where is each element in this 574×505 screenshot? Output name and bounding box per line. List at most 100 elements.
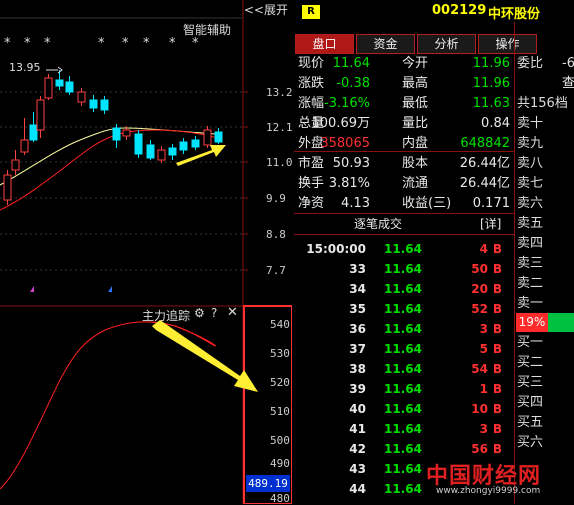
star-marker: * <box>44 36 51 51</box>
ticks-title: 逐笔成交 <box>354 217 403 231</box>
buy-level-label: 买二 <box>517 355 544 370</box>
ratio-badge: 19% <box>516 313 548 332</box>
sell-level-label: 卖七 <box>517 176 544 191</box>
quote-label: 市盈 <box>298 156 325 171</box>
tick-volume: 4 <box>479 242 488 256</box>
tick-volume: 1 <box>479 382 488 396</box>
tick-price: 11.64 <box>384 342 422 356</box>
sell-level-label: 卖八 <box>517 156 544 171</box>
peak-price-label: 13.95 <box>9 61 41 74</box>
tab-analysis[interactable]: 分析 <box>417 34 476 54</box>
quote-value: 11.64 <box>332 56 370 71</box>
tick-row: 41 11.64 3 B <box>296 419 512 439</box>
stock-code: 002129 <box>432 3 487 18</box>
quote-value: 11.96 <box>472 56 510 71</box>
tick-row: 15:00:00 11.64 4 B <box>296 239 512 259</box>
quote-row: 市盈 50.93 股本 26.44亿 <box>296 154 514 174</box>
tick-time: 44 <box>349 482 366 496</box>
tick-row: 40 11.64 10 B <box>296 399 512 419</box>
tab-funds[interactable]: 资金 <box>356 34 415 54</box>
search-button[interactable]: 查 <box>562 74 574 94</box>
marker-triangle-icon <box>30 286 34 292</box>
tick-volume: 54 <box>471 362 488 376</box>
tick-volume: 10 <box>471 402 488 416</box>
indicator-line <box>0 321 217 490</box>
kline-svg <box>0 0 292 504</box>
quote-value: 3.81% <box>328 176 370 191</box>
candle-body <box>44 77 53 99</box>
sell-level-label: 卖九 <box>517 136 544 151</box>
star-marker: * <box>169 36 176 51</box>
tick-price: 11.64 <box>384 262 422 276</box>
tick-price: 11.64 <box>384 422 422 436</box>
kline-chart-panel[interactable]: <<展开 智能辅助 * * * * * * * * 13.95 13.2 12.1 11.0 9.9… <box>0 0 293 505</box>
tick-row: 33 11.64 50 B <box>296 259 512 279</box>
watermark-url: www.zhongyi9999.com <box>436 486 541 496</box>
quote-value: 100.69万 <box>311 116 371 131</box>
help-icon[interactable]: ? <box>211 306 217 320</box>
tick-price: 11.64 <box>384 442 422 456</box>
price-axis-label: 7.7 <box>266 264 286 277</box>
candle-body <box>100 99 109 111</box>
sell-level-label: 卖二 <box>517 276 544 291</box>
candle-body <box>191 139 200 148</box>
quote-row: 总量 100.69万 量比 0.84 <box>296 114 514 134</box>
sell-level-label: 卖一 <box>517 296 544 311</box>
tick-volume: 20 <box>471 282 488 296</box>
star-marker: * <box>4 36 11 51</box>
star-marker: * <box>24 36 31 51</box>
tab-operation[interactable]: 操作 <box>478 34 537 54</box>
quote-row: 净资 4.13 收益(三) 0.171 <box>296 194 514 214</box>
tick-time: 38 <box>349 362 366 376</box>
sell-level-label: 卖十 <box>517 116 544 131</box>
tick-row: 35 11.64 52 B <box>296 299 512 319</box>
quote-label: 流通 <box>402 176 429 191</box>
quote-value: 11.63 <box>472 96 510 111</box>
candle-body <box>29 124 38 141</box>
gear-icon[interactable]: ⚙ <box>194 306 205 320</box>
candle-body <box>89 99 98 109</box>
quote-value: 50.93 <box>332 156 370 171</box>
quote-value: 26.44亿 <box>459 176 510 191</box>
tick-side: B <box>492 402 502 416</box>
sell-level-label: 卖四 <box>517 236 544 251</box>
expand-button[interactable]: <<展开 <box>244 1 288 18</box>
tick-time: 41 <box>349 422 366 436</box>
tick-side: B <box>492 242 502 256</box>
ticks-detail-link[interactable]: [详] <box>480 215 501 232</box>
tick-time: 43 <box>349 462 366 476</box>
candle-body <box>146 144 155 159</box>
price-axis-label: 11.0 <box>266 156 293 169</box>
quote-row: 换手 3.81% 流通 26.44亿 <box>296 174 514 194</box>
tick-time: 42 <box>349 442 366 456</box>
tick-side: B <box>492 382 502 396</box>
candle-body <box>179 141 188 151</box>
candle-body <box>20 139 29 153</box>
candle-body <box>11 159 20 171</box>
tick-side: B <box>492 262 502 276</box>
tick-price: 11.64 <box>384 362 422 376</box>
tick-volume: 50 <box>471 262 488 276</box>
star-marker: * <box>192 36 199 51</box>
r-badge: R <box>302 5 320 19</box>
tick-side: B <box>492 282 502 296</box>
quote-row: 涨幅 -3.16% 最低 11.63 <box>296 94 514 114</box>
tick-price: 11.64 <box>384 382 422 396</box>
candle-body <box>122 129 131 137</box>
smart-assist-button[interactable]: 智能辅助 <box>183 21 231 38</box>
star-marker: * <box>98 36 105 51</box>
candle-body <box>65 81 74 93</box>
quote-label: 最低 <box>402 96 429 111</box>
candle-body <box>55 79 64 87</box>
close-icon[interactable]: ✕ <box>227 305 238 320</box>
quote-value: 26.44亿 <box>459 156 510 171</box>
tab-handicap[interactable]: 盘口 <box>295 34 354 54</box>
tick-side: B <box>492 322 502 336</box>
candle-body <box>214 131 223 143</box>
price-axis-label: 12.1 <box>266 121 293 134</box>
sell-level-label: 卖六 <box>517 196 544 211</box>
indicator-axis-label: 490 <box>270 457 290 470</box>
indicator-arrow-icon <box>152 320 258 392</box>
quote-value: 4.13 <box>341 196 370 211</box>
quote-label: 今开 <box>402 56 429 71</box>
